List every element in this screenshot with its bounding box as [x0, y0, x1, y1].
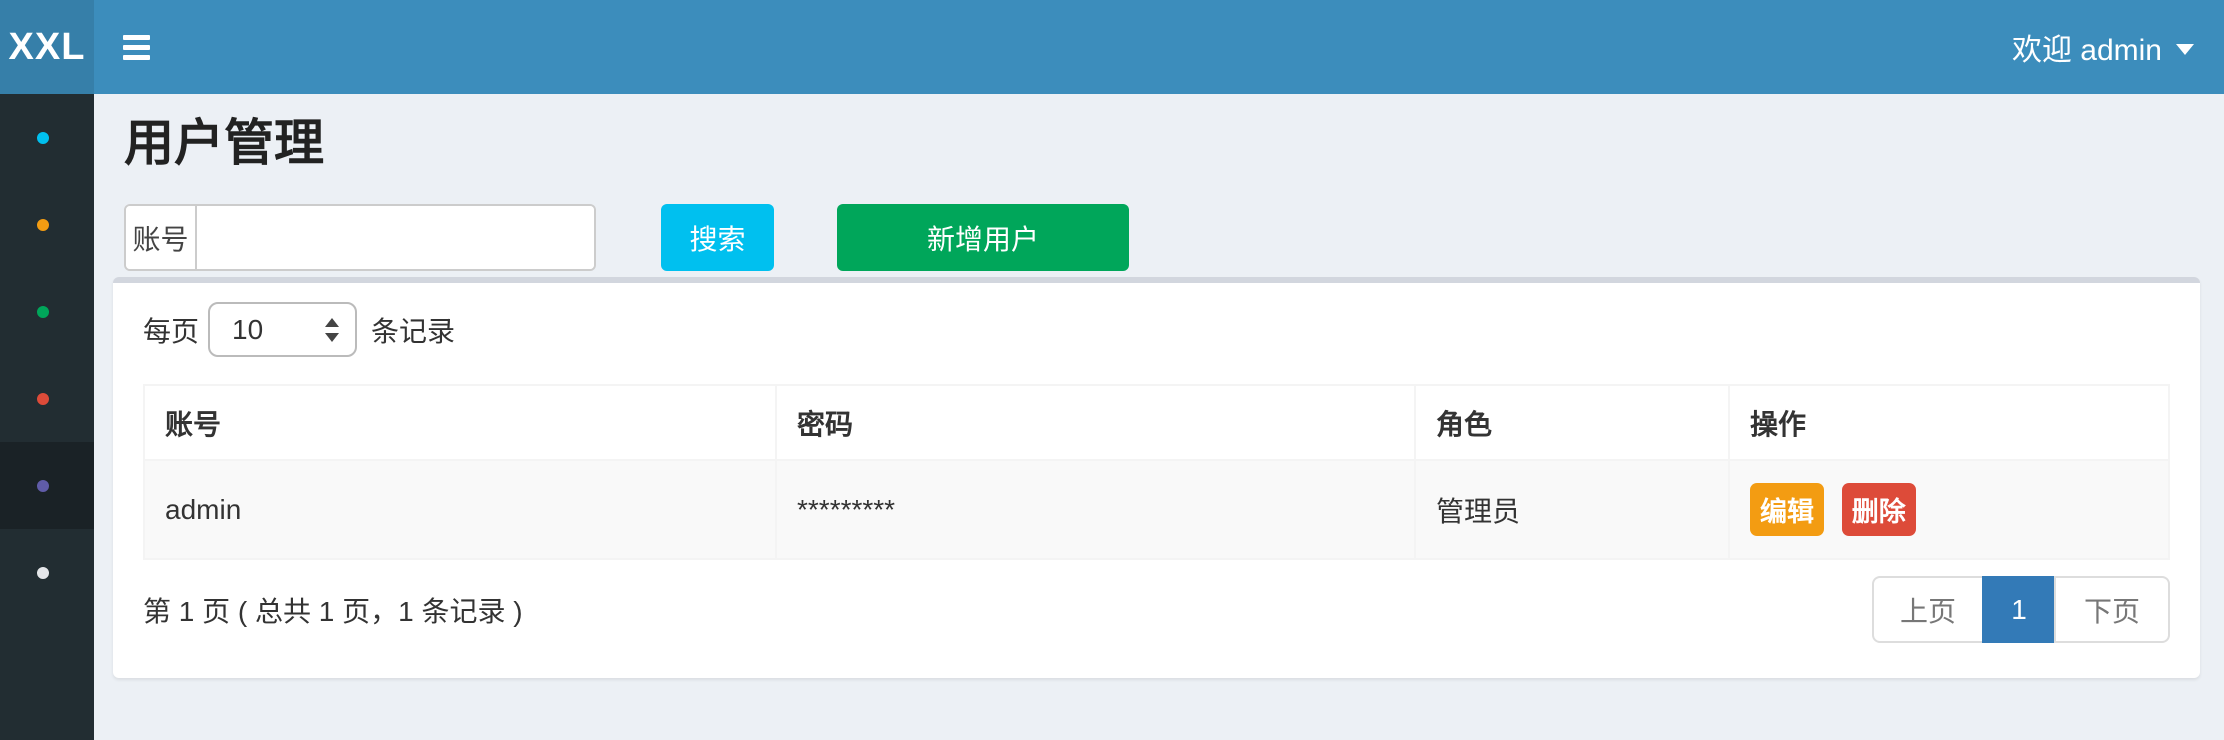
sidebar — [0, 94, 94, 740]
delete-button[interactable]: 删除 — [1842, 483, 1916, 536]
account-search-input[interactable] — [197, 206, 594, 269]
circle-o-icon — [37, 480, 49, 492]
arrow-down-icon — [325, 333, 339, 342]
sidebar-item-help[interactable] — [0, 529, 94, 616]
user-dropdown[interactable]: 欢迎 admin — [2012, 0, 2224, 94]
table-footer: 第 1 页 ( 总共 1 页，1 条记录 ) 上页 1 下页 — [143, 576, 2170, 643]
length-prefix-label: 每页 — [143, 310, 199, 350]
sidebar-item-jobgroup[interactable] — [0, 355, 94, 442]
pagination-info: 第 1 页 ( 总共 1 页，1 条记录 ) — [143, 590, 523, 630]
circle-o-icon — [37, 132, 49, 144]
user-table: 账号 密码 角色 操作 admin ********* 管理员 编辑 删除 — [143, 384, 2170, 560]
navbar-spacer — [178, 0, 2012, 94]
arrow-up-icon — [325, 318, 339, 327]
sidebar-toggle-button[interactable] — [94, 0, 178, 94]
pagination-page-1-button[interactable]: 1 — [1982, 576, 2056, 643]
app-logo[interactable]: XXL — [0, 0, 94, 94]
user-table-panel: 每页 10 条记录 账号 密码 角色 操作 a — [113, 277, 2200, 678]
pagination-prev-button[interactable]: 上页 — [1872, 576, 1984, 643]
column-header-actions: 操作 — [1729, 385, 2169, 460]
welcome-text: 欢迎 admin — [2012, 25, 2162, 69]
circle-o-icon — [37, 306, 49, 318]
sidebar-item-jobinfo[interactable] — [0, 181, 94, 268]
circle-o-icon — [37, 393, 49, 405]
add-user-button[interactable]: 新增用户 — [837, 204, 1129, 271]
cell-account: admin — [144, 460, 776, 559]
page-length-select[interactable]: 10 — [208, 302, 357, 357]
column-header-password: 密码 — [776, 385, 1415, 460]
search-button[interactable]: 搜索 — [661, 204, 774, 271]
circle-o-icon — [37, 219, 49, 231]
hamburger-icon — [123, 35, 150, 40]
account-input-label: 账号 — [126, 206, 197, 269]
top-navbar: XXL 欢迎 admin — [0, 0, 2224, 94]
sidebar-item-user[interactable] — [0, 442, 94, 529]
page-length-control: 每页 10 条记录 — [143, 301, 2170, 358]
column-header-role: 角色 — [1415, 385, 1729, 460]
table-header-row: 账号 密码 角色 操作 — [144, 385, 2169, 460]
pagination-next-button[interactable]: 下页 — [2054, 576, 2170, 643]
search-toolbar: 账号 搜索 新增用户 — [124, 204, 2200, 271]
cell-password: ********* — [776, 460, 1415, 559]
sidebar-item-dashboard[interactable] — [0, 94, 94, 181]
page-length-value: 10 — [210, 314, 263, 346]
account-input-group: 账号 — [124, 204, 596, 271]
page-title: 用户管理 — [124, 118, 2200, 168]
cell-actions: 编辑 删除 — [1729, 460, 2169, 559]
circle-o-icon — [37, 567, 49, 579]
chevron-down-icon — [2176, 44, 2194, 55]
select-spinner-icon — [325, 318, 339, 342]
edit-button[interactable]: 编辑 — [1750, 483, 1824, 536]
sidebar-item-joblog[interactable] — [0, 268, 94, 355]
column-header-account: 账号 — [144, 385, 776, 460]
length-suffix-label: 条记录 — [371, 310, 455, 350]
main-content: 用户管理 账号 搜索 新增用户 每页 10 条记录 账号 密码 — [94, 94, 2224, 740]
pagination: 上页 1 下页 — [1872, 576, 2170, 643]
table-row: admin ********* 管理员 编辑 删除 — [144, 460, 2169, 559]
cell-role: 管理员 — [1415, 460, 1729, 559]
